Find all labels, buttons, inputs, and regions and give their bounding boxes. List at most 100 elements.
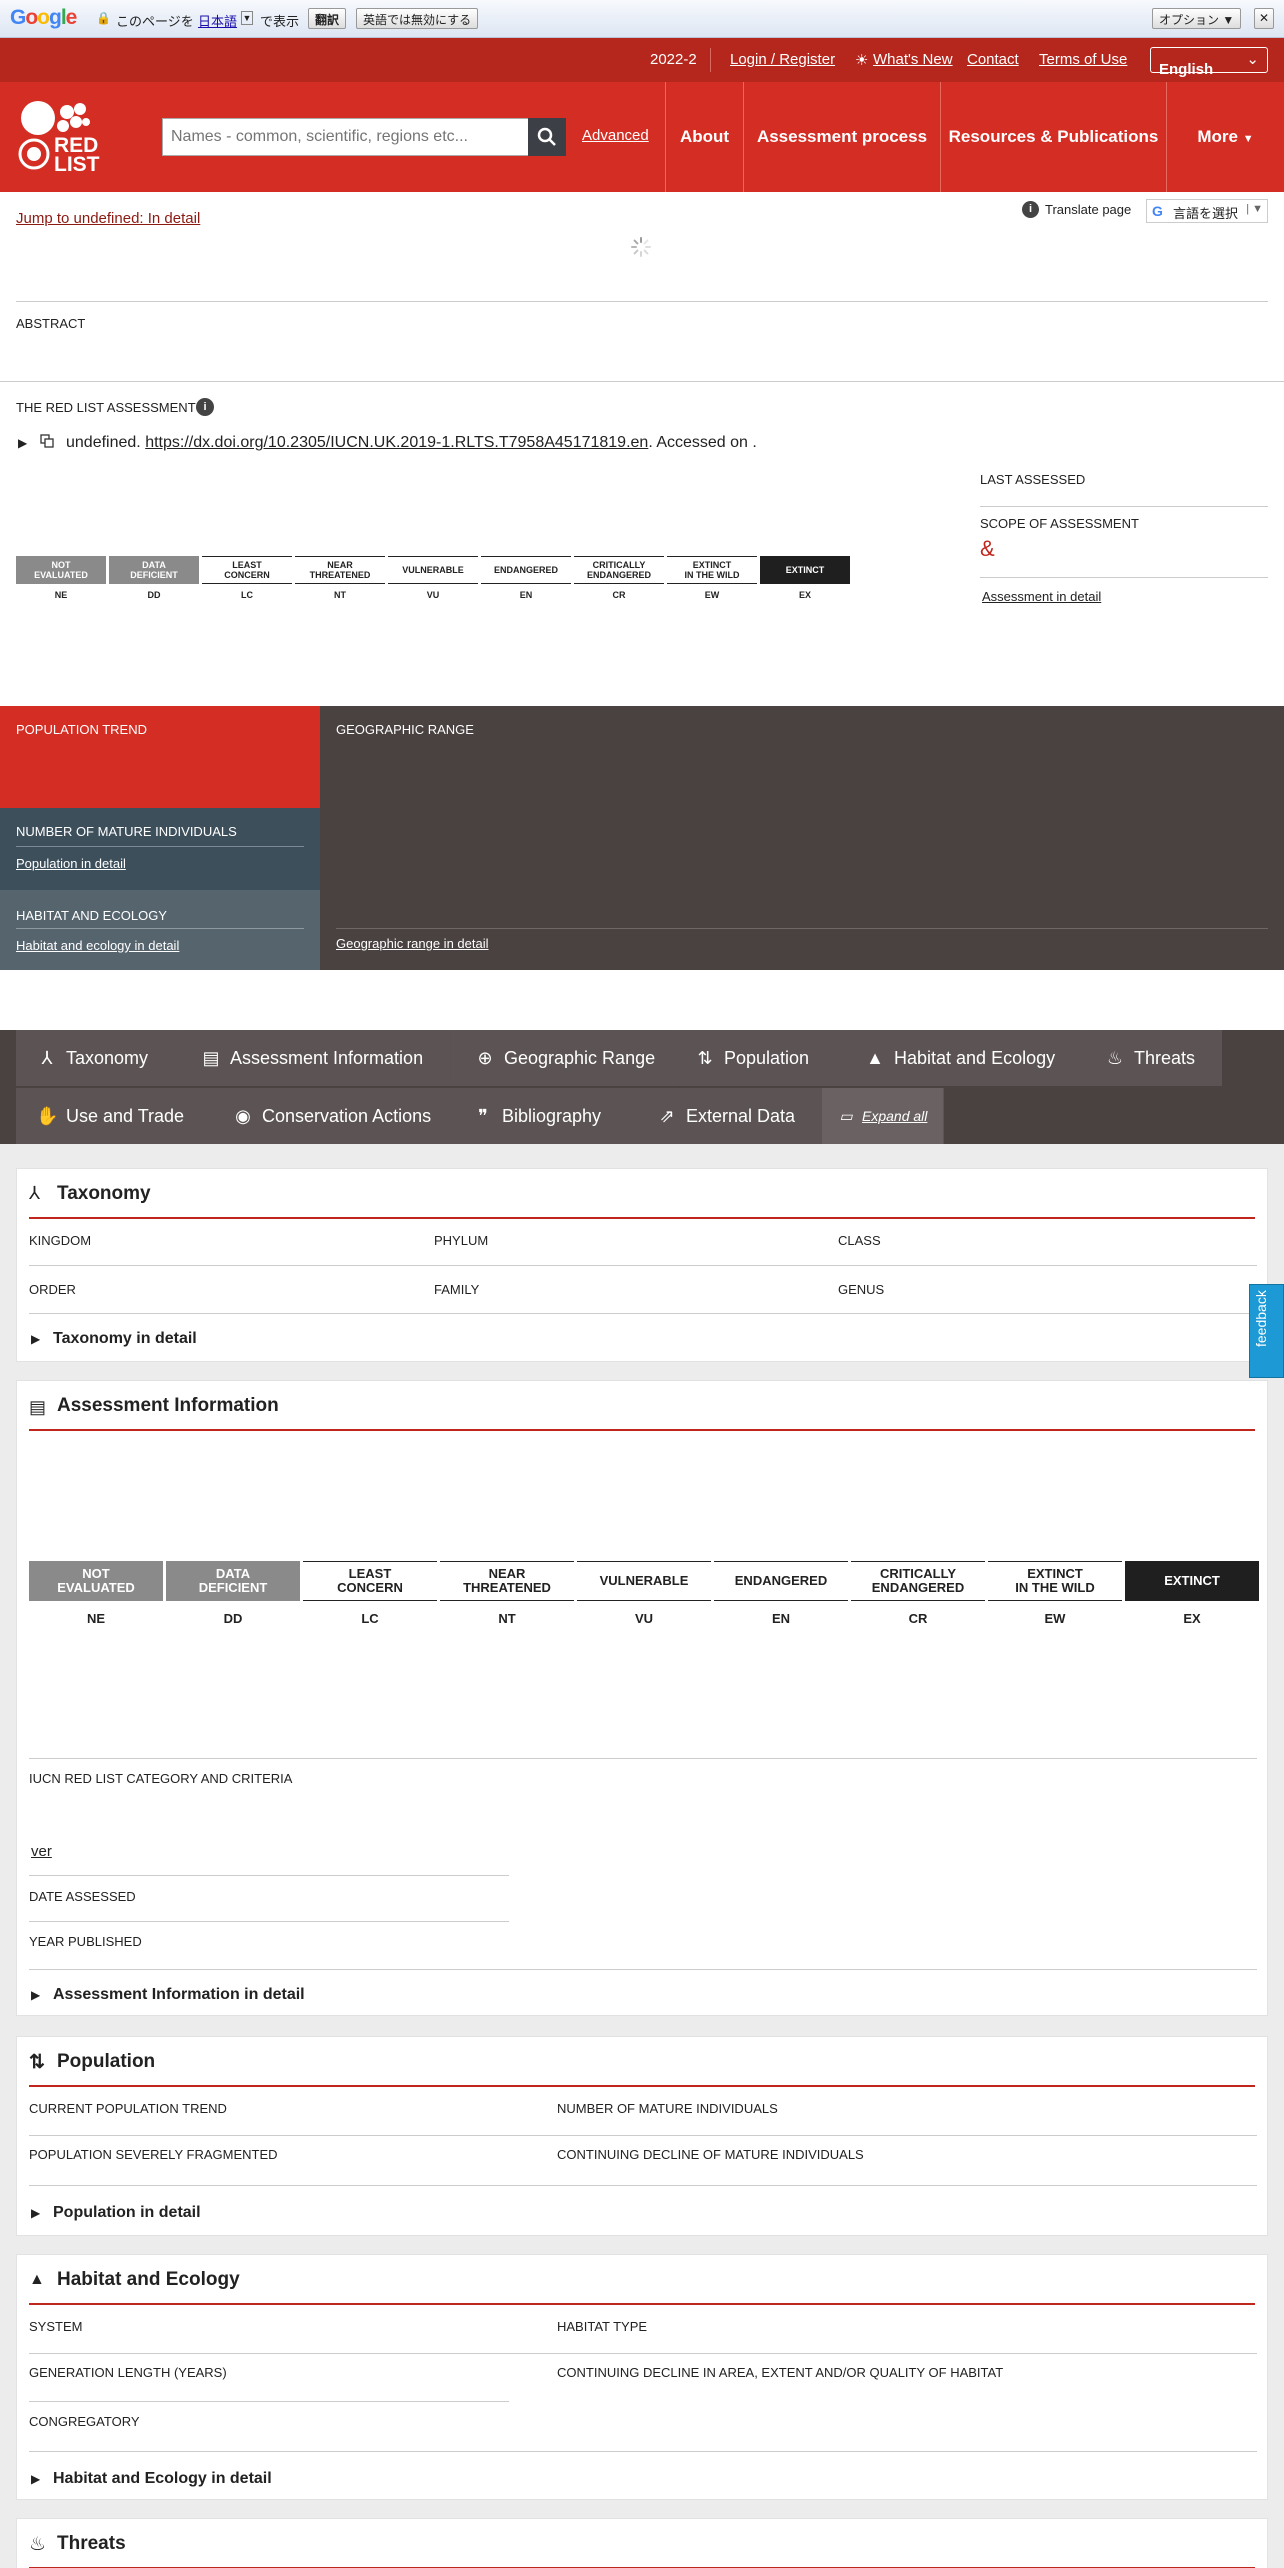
- terms-link[interactable]: Terms of Use: [1039, 51, 1127, 68]
- translate-select-value: 言語を選択: [1173, 206, 1239, 221]
- language-select[interactable]: English ⌄: [1150, 47, 1268, 78]
- sort-arrows-icon: ⇅: [29, 2052, 45, 2073]
- tab-threats[interactable]: ♨ Threats: [1084, 1030, 1222, 1086]
- category-code: EX: [1183, 1611, 1201, 1626]
- google-logo: Google: [10, 6, 77, 29]
- category-en: ENDANGERED: [714, 1561, 848, 1601]
- habitat-detail-link[interactable]: Habitat and ecology in detail: [16, 938, 179, 953]
- caret-right-icon[interactable]: ▶: [31, 1988, 40, 2002]
- category-name: LEAST CONCERN: [337, 1566, 403, 1595]
- category-name: NEAR THREATENED: [463, 1566, 551, 1595]
- translate-select[interactable]: G 言語を選択 | ▼: [1146, 199, 1268, 223]
- divider: [29, 2353, 1257, 2354]
- tab-taxonomy[interactable]: ⅄ Taxonomy: [16, 1030, 180, 1086]
- divider: [710, 48, 711, 72]
- language-dropdown-icon[interactable]: ▼: [241, 11, 253, 25]
- tab-geographic-range[interactable]: ⊕ Geographic Range: [454, 1030, 674, 1086]
- assessment-detail-link[interactable]: Assessment in detail: [982, 589, 1101, 604]
- tab-assessment-information[interactable]: ▤ Assessment Information: [180, 1030, 454, 1086]
- translate-button[interactable]: 翻訳: [308, 8, 347, 29]
- options-button[interactable]: オプション ▼: [1152, 8, 1242, 29]
- copy-icon[interactable]: [40, 434, 54, 448]
- generation-length-label: GENERATION LENGTH (YEARS): [29, 2365, 227, 2380]
- feedback-tab[interactable]: feedback: [1249, 1284, 1284, 1378]
- category-cr: CRITICALLY ENDANGERED: [574, 556, 664, 584]
- mature-individuals-label: NUMBER OF MATURE INDIVIDUALS: [557, 2101, 778, 2116]
- current-trend-label: CURRENT POPULATION TREND: [29, 2101, 227, 2116]
- mountain-icon: ▲: [29, 2271, 45, 2288]
- translate-page-label: Translate page: [1045, 202, 1132, 217]
- nav-more[interactable]: More ▼: [1166, 82, 1284, 192]
- fire-icon: ♨: [1106, 1048, 1124, 1068]
- category-code: CR: [612, 590, 626, 600]
- nav-resources-publications[interactable]: Resources & Publications: [940, 82, 1166, 192]
- google-translate-bar: Google 🔒 このページを 日本語 ▼ で表示 翻訳 英語では無効にする オ…: [0, 0, 1284, 38]
- login-link[interactable]: Login / Register: [730, 51, 835, 68]
- geographic-range-detail-link[interactable]: Geographic range in detail: [336, 936, 489, 951]
- habitat-detail-toggle[interactable]: Habitat and Ecology in detail: [53, 2470, 272, 2488]
- nav-about[interactable]: About: [665, 82, 743, 192]
- whats-new-link[interactable]: What's New: [873, 51, 953, 68]
- assessment-information-title: Assessment Information: [57, 1395, 279, 1416]
- sun-icon: ☀: [855, 52, 869, 69]
- tab-use-and-trade[interactable]: ✋ Use and Trade: [16, 1088, 212, 1144]
- chevron-down-icon: | ▼: [1246, 203, 1263, 215]
- category-ne: NOT EVALUATED: [29, 1561, 163, 1601]
- category-ex: EXTINCT: [1125, 1561, 1259, 1601]
- search-button[interactable]: [528, 118, 566, 156]
- expand-all-button[interactable]: ▭ Expand all: [822, 1088, 944, 1144]
- info-icon[interactable]: i: [196, 398, 214, 416]
- search-input[interactable]: [163, 119, 529, 155]
- close-icon[interactable]: ✕: [1254, 8, 1274, 29]
- doi-link[interactable]: https://dx.doi.org/10.2305/IUCN.UK.2019-…: [145, 434, 648, 451]
- jump-link[interactable]: Jump to undefined: In detail: [16, 210, 200, 227]
- tab-external-data[interactable]: ⇗ External Data: [636, 1088, 822, 1144]
- contact-link[interactable]: Contact: [967, 51, 1019, 68]
- language-link[interactable]: 日本語: [198, 11, 237, 30]
- population-detail-toggle[interactable]: Population in detail: [53, 2204, 201, 2222]
- tab-label: Taxonomy: [66, 1048, 149, 1068]
- tab-population[interactable]: ⇅ Population: [674, 1030, 844, 1086]
- translate-suffix: で表示: [260, 14, 300, 29]
- divider: [16, 928, 304, 929]
- population-detail-link[interactable]: Population in detail: [16, 856, 126, 871]
- tab-habitat-ecology[interactable]: ▲ Habitat and Ecology: [844, 1030, 1084, 1086]
- hand-icon: ✋: [36, 1106, 59, 1126]
- last-assessed-label: LAST ASSESSED: [980, 472, 1086, 487]
- category-name: CRITICALLY ENDANGERED: [871, 1566, 965, 1595]
- category-dd: DATA DEFICIENT: [109, 556, 199, 584]
- assessment-info-detail-toggle[interactable]: Assessment Information in detail: [53, 1986, 305, 2004]
- sort-arrows-icon: ⇅: [697, 1048, 713, 1068]
- category-nt: NEAR THREATENED: [295, 556, 385, 584]
- tab-label: Conservation Actions: [262, 1106, 432, 1126]
- population-trend-panel: POPULATION TREND: [0, 706, 320, 808]
- red-list-logo[interactable]: RED LIST: [18, 96, 112, 180]
- taxonomy-detail-toggle[interactable]: Taxonomy in detail: [53, 1330, 197, 1348]
- caret-right-icon[interactable]: ▶: [31, 1332, 40, 1346]
- category-code: NT: [334, 590, 346, 600]
- system-label: SYSTEM: [29, 2319, 83, 2334]
- external-link-icon: ⇗: [659, 1106, 675, 1126]
- tab-conservation-actions[interactable]: ◉ Conservation Actions: [212, 1088, 452, 1144]
- tab-bibliography[interactable]: ❞ Bibliography: [452, 1088, 636, 1144]
- translate-prefix: このページを: [116, 14, 194, 29]
- category-name: CRITICALLY ENDANGERED: [586, 560, 651, 580]
- caret-right-icon[interactable]: ▶: [31, 2206, 40, 2220]
- eye-icon: ◉: [235, 1106, 251, 1126]
- disable-translate-button[interactable]: 英語では無効にする: [356, 8, 479, 29]
- population-title: Population: [57, 2051, 156, 2072]
- habitat-label: HABITAT AND ECOLOGY: [16, 908, 167, 923]
- caret-right-icon[interactable]: ▶: [31, 2472, 40, 2486]
- logo-text: RED LIST: [54, 134, 100, 176]
- nav-assessment-process[interactable]: Assessment process: [743, 82, 940, 192]
- tab-label: Threats: [1134, 1048, 1196, 1068]
- scope-value: &: [980, 536, 995, 561]
- divider: [29, 1265, 1257, 1266]
- taxonomy-title: Taxonomy: [57, 1183, 151, 1204]
- category-code: NE: [54, 590, 68, 600]
- caret-right-icon[interactable]: ▶: [18, 436, 27, 450]
- advanced-search-link[interactable]: Advanced: [582, 127, 649, 144]
- version-link[interactable]: ver: [31, 1843, 52, 1860]
- divider: [16, 846, 304, 847]
- category-code: VU: [426, 590, 440, 600]
